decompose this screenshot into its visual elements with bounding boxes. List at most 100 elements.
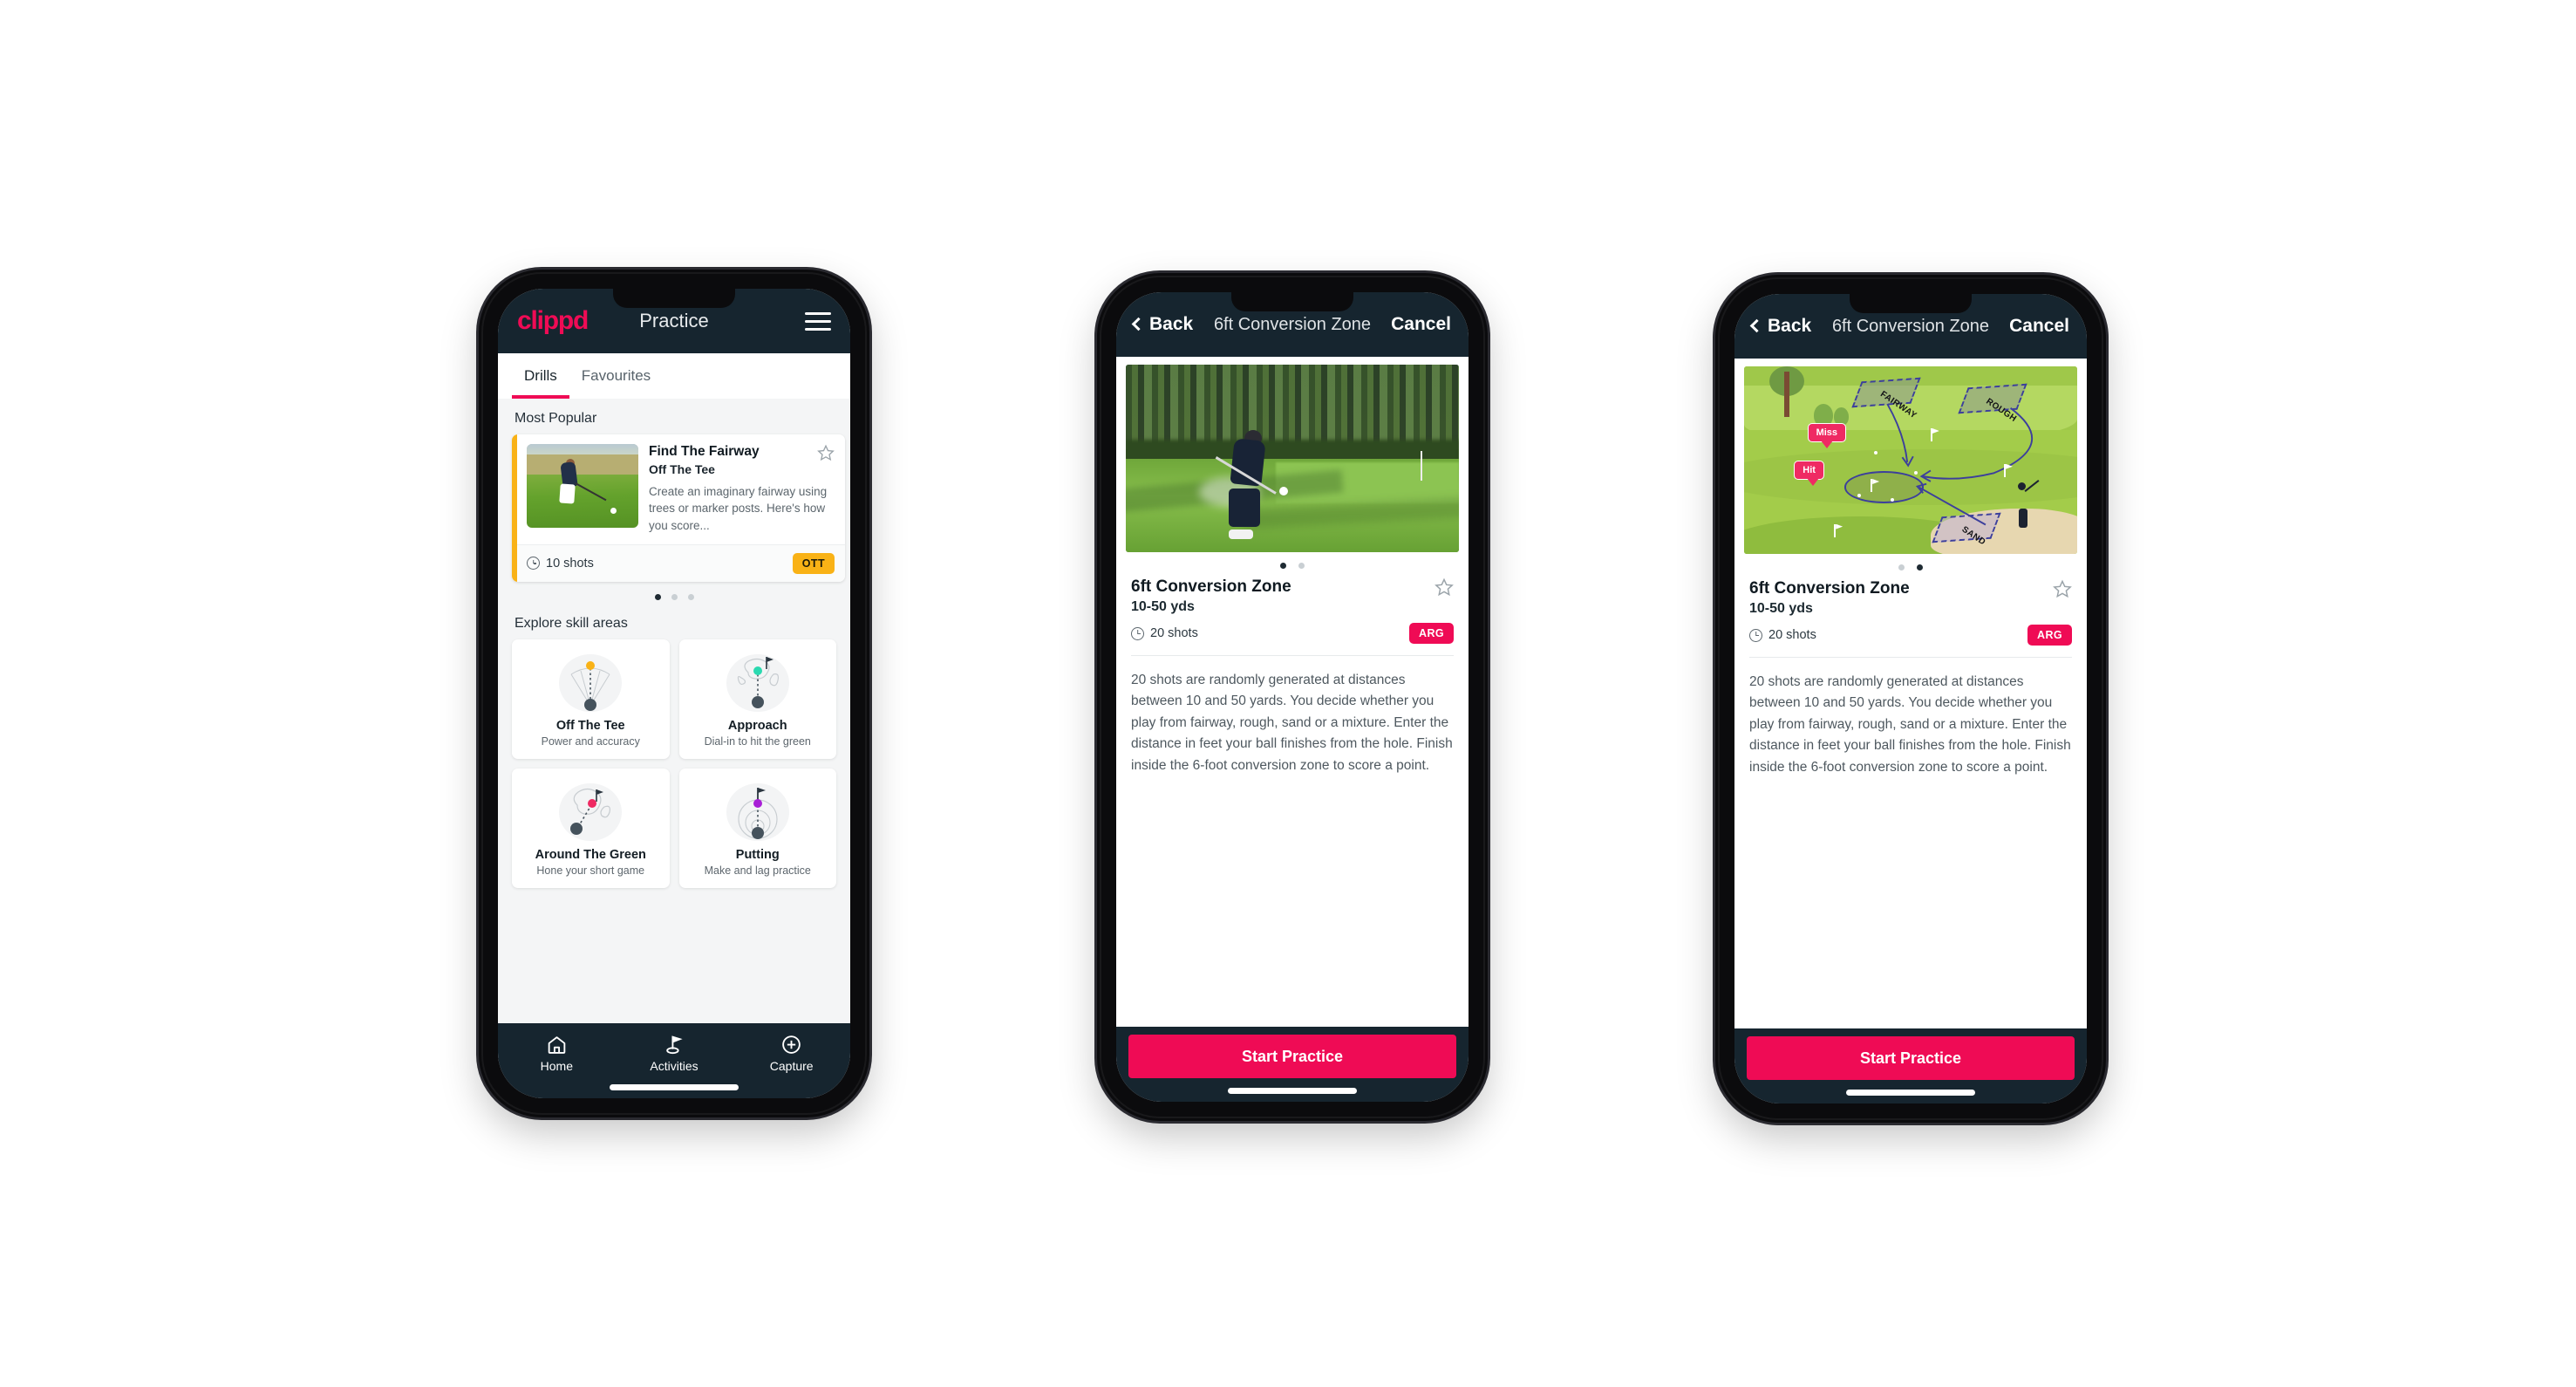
skill-badge-arg: ARG (1409, 623, 1454, 644)
detail-title: 6ft Conversion Zone (1749, 579, 1910, 598)
detail-description: 20 shots are randomly generated at dista… (1749, 674, 2071, 775)
skill-badge-arg: ARG (2027, 625, 2072, 646)
skill-card-putting[interactable]: Putting Make and lag practice (678, 768, 836, 888)
hero-carousel-dots (1734, 564, 2087, 571)
drill-card[interactable]: Find The Fairway Off The Tee Create an i… (512, 434, 845, 582)
approach-green-icon (724, 652, 792, 714)
drill-card-footer: 10 shots OTT (512, 543, 845, 582)
nav-label-capture: Capture (769, 1059, 814, 1073)
plus-circle-icon (733, 1033, 850, 1056)
nav-item-capture[interactable]: Capture (733, 1033, 850, 1073)
back-label: Back (1768, 316, 1812, 336)
carousel-dot-2[interactable] (671, 593, 678, 600)
phone1-screen: clippd Practice Drills Favourites Most P… (498, 289, 850, 1098)
phone1-scroll-body[interactable]: Most Popular Find The Fairway Off The Te… (498, 399, 850, 1023)
chevron-left-icon (1749, 318, 1764, 333)
skill-desc: Power and accuracy (541, 734, 640, 748)
skill-areas-grid: Off The Tee Power and accuracy Approach … (512, 639, 836, 888)
shots-count: 20 shots (1131, 626, 1198, 640)
golf-hole-illustration: FAIRWAY ROUGH SAND Miss Hit (1744, 366, 2077, 554)
detail-yardage: 10-50 yds (1131, 599, 1195, 614)
drill-card-top: Find The Fairway Off The Tee Create an i… (512, 434, 845, 544)
detail-yardage: 10-50 yds (1749, 601, 1813, 616)
tab-favourites-label: Favourites (581, 367, 651, 384)
start-practice-button[interactable]: Start Practice (1128, 1035, 1456, 1078)
shots-count: 20 shots (1749, 628, 1816, 642)
phone2-notch (1231, 292, 1353, 311)
golf-flag-icon (616, 1033, 733, 1056)
skill-name: Off The Tee (555, 718, 625, 733)
hero-dot-2[interactable] (1917, 564, 1923, 571)
hero-dot-1[interactable] (1280, 563, 1286, 569)
nav-label-activities: Activities (650, 1059, 699, 1073)
drill-meta: Find The Fairway Off The Tee Create an i… (649, 444, 835, 535)
tab-favourites[interactable]: Favourites (569, 353, 663, 399)
home-indicator (1228, 1088, 1357, 1094)
star-outline-icon[interactable] (1435, 577, 1454, 597)
drill-detail-info: 6ft Conversion Zone 10-50 yds 20 shots A… (1116, 569, 1469, 644)
back-button[interactable]: Back (1131, 314, 1194, 335)
drill-hero-photo[interactable] (1126, 365, 1459, 552)
nav-item-activities[interactable]: Activities (616, 1033, 733, 1073)
tab-drills[interactable]: Drills (512, 353, 569, 399)
phone-mockup-drill-detail-photo: Back 6ft Conversion Zone Cancel 6ft Conv… (1097, 273, 1488, 1121)
hero-carousel-dots (1116, 563, 1469, 569)
drill-subtitle: Off The Tee (649, 461, 715, 476)
phone1-notch (613, 289, 735, 308)
phone-mockup-practice-list: clippd Practice Drills Favourites Most P… (479, 270, 869, 1117)
hero-dot-2[interactable] (1298, 563, 1305, 569)
chevron-left-icon (1131, 317, 1146, 331)
start-practice-button[interactable]: Start Practice (1747, 1036, 2075, 1080)
skill-name: Around The Green (535, 847, 646, 862)
home-indicator (610, 1084, 739, 1090)
clock-icon (527, 557, 540, 570)
drill-description: Create an imaginary fairway using trees … (649, 484, 828, 532)
star-outline-icon[interactable] (817, 444, 835, 461)
home-icon (498, 1033, 616, 1056)
shots-label: 10 shots (546, 556, 594, 571)
cancel-button[interactable]: Cancel (2009, 316, 2069, 337)
detail-description: 20 shots are randomly generated at dista… (1131, 673, 1453, 773)
home-indicator (1846, 1090, 1975, 1096)
drill-accent-bar (512, 434, 517, 582)
phone3-notch (1850, 294, 1972, 313)
skill-desc: Make and lag practice (704, 864, 811, 877)
detail-shots-row: 20 shots ARG (1131, 623, 1454, 644)
skill-badge-ott: OTT (792, 552, 835, 574)
back-label: Back (1149, 314, 1194, 334)
back-button[interactable]: Back (1749, 316, 1812, 337)
drill-hero-diagram[interactable]: FAIRWAY ROUGH SAND Miss Hit (1744, 366, 2077, 554)
hamburger-menu-icon[interactable] (805, 311, 831, 331)
skill-name: Approach (727, 718, 787, 733)
detail-shots-row: 20 shots ARG (1749, 625, 2072, 646)
skill-card-around-the-green[interactable]: Around The Green Hone your short game (512, 768, 670, 888)
phone3-screen: Back 6ft Conversion Zone Cancel FAIRWAY … (1734, 294, 2087, 1103)
phone2-detail-body: 6ft Conversion Zone 10-50 yds 20 shots A… (1116, 357, 1469, 1027)
clock-icon (1131, 626, 1144, 640)
detail-title-row: 6ft Conversion Zone 10-50 yds (1131, 577, 1454, 615)
clippd-logo: clippd (517, 306, 589, 335)
shots-label: 20 shots (1150, 626, 1198, 640)
star-outline-icon[interactable] (2053, 579, 2072, 598)
detail-title: 6ft Conversion Zone (1131, 577, 1291, 596)
drill-carousel[interactable]: Find The Fairway Off The Tee Create an i… (512, 434, 845, 582)
phone3-detail-body: FAIRWAY ROUGH SAND Miss Hit 6ft Conversi… (1734, 359, 2087, 1028)
carousel-dot-1[interactable] (654, 593, 661, 600)
clock-icon (1749, 628, 1762, 642)
nav-item-home[interactable]: Home (498, 1033, 616, 1073)
phone2-screen: Back 6ft Conversion Zone Cancel 6ft Conv… (1116, 292, 1469, 1102)
section-title-explore: Explore skill areas (515, 615, 628, 631)
screenshot-canvas: clippd Practice Drills Favourites Most P… (0, 0, 2576, 1387)
cancel-button[interactable]: Cancel (1391, 314, 1451, 335)
carousel-dot-3[interactable] (687, 593, 694, 600)
drill-thumbnail (527, 444, 638, 528)
skill-card-off-the-tee[interactable]: Off The Tee Power and accuracy (512, 639, 670, 759)
skill-card-approach[interactable]: Approach Dial-in to hit the green (678, 639, 836, 759)
skill-desc: Dial-in to hit the green (704, 734, 811, 748)
tab-bar: Drills Favourites (498, 353, 850, 399)
drill-title: Find The Fairway (649, 444, 760, 459)
hero-dot-1[interactable] (1898, 564, 1905, 571)
putting-rings-icon (724, 781, 792, 844)
around-green-icon (556, 781, 624, 844)
drill-detail-info: 6ft Conversion Zone 10-50 yds 20 shots A… (1734, 571, 2087, 646)
